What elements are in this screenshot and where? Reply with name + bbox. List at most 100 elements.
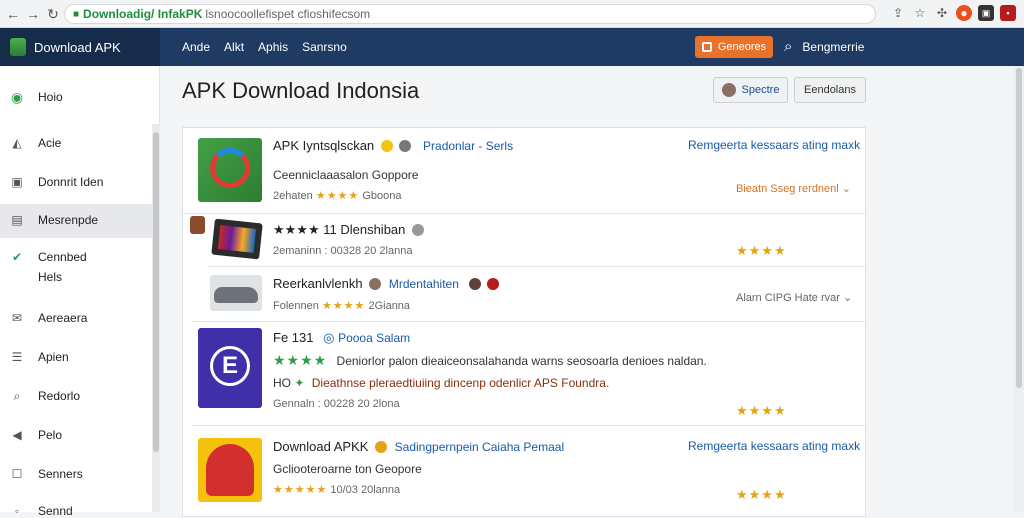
spectre-button[interactable]: Spectre [713,77,788,103]
square-icon: ☐ [11,467,23,481]
forward-icon[interactable]: → [24,6,42,22]
top-nav-item[interactable]: Sanrsno [302,40,347,54]
more-icon: ◦ [14,504,20,518]
extension-fox-icon[interactable]: ● [956,5,972,21]
app-title[interactable]: Fe 131 ◎ Poooa Salam [273,330,410,346]
star-rating: ★★★★ [321,300,366,312]
meta-suffix: Gboona [362,190,402,202]
app-meta: Gennaln : 00228 20 2lona [273,398,400,410]
app-tag[interactable]: Sadingpernpein Caiaha Pemaal [395,440,564,454]
app-right-link[interactable]: Remgeerta kessaars ating maxk [688,138,860,152]
badge-icon [380,140,393,152]
description-line-2: Dieathnse pleraedtiuiing dincenp odenlic… [311,376,610,390]
sidebar-item-label: Apien [38,350,69,364]
sidebar-item-home[interactable]: ◉ Hoio [0,88,152,105]
page-title: APK Download Indonsia [182,78,420,103]
app-right-action[interactable]: Alarn CIPG Hate rvar ⌄ [736,291,852,304]
app-title[interactable]: APK Iyntsqlsckan Pradonlar - Serls [273,138,513,153]
extension-red-icon[interactable]: ▪ [1000,5,1016,21]
lock-icon: ■ [73,8,80,20]
header-search[interactable]: ⌕ Bengmerrie [784,38,864,55]
app-logo-icon [210,148,250,188]
brand[interactable]: Download APK [0,28,160,66]
star-rating: ★★★★ [315,190,360,202]
chevron-down-icon: ⌄ [842,292,853,304]
meta-suffix: 10/03 20lanna [330,484,401,496]
app-icon[interactable]: E [198,328,262,408]
top-nav-item[interactable]: Aphis [258,40,288,54]
app-meta: ★★★★★ 10/03 20lanna [273,483,400,496]
game-thumbnail-icon[interactable] [211,218,263,260]
meta-suffix: 2Gianna [368,300,411,312]
sidebar-item-label: Senners [38,467,83,481]
divider [183,213,865,214]
app-title[interactable]: Reerkanlvlenkh Mrdentahiten [273,276,500,291]
search-icon: ⌕ [784,38,793,55]
top-nav-item[interactable]: Alkt [224,40,244,54]
sidebar-item-apps[interactable]: ◭ Acie [0,136,152,150]
app-meta: 2emaninn : 00328 20 2lanna [273,245,413,257]
bookmark-star-icon[interactable]: ☆ [912,5,928,21]
app-title-text: APK Iyntsqlsckan [273,138,375,153]
sidebar-item-messages[interactable]: ▤ Mesrenpde [0,204,152,238]
address-bar[interactable]: ■ Downloadig/ InfakPK lsnoocoollefispet … [64,4,876,24]
reload-icon[interactable]: ↻ [44,6,62,23]
divider [191,425,865,426]
android-logo-icon [10,38,26,56]
app-tag[interactable]: Mrdentahiten [389,277,459,291]
right-action-label: Bieatn Sseg rerdnenl [736,183,839,195]
download-button[interactable]: Geneores [695,36,773,58]
sidebar-item-mail[interactable]: ✉ Aereaera [0,311,152,325]
url-host: Downloadig/ InfakPK [83,7,203,21]
back-icon[interactable]: ← [4,6,22,22]
sidebar-item-more[interactable]: ◦ Sennd [0,504,152,518]
divider [191,321,865,322]
app-icon[interactable] [198,438,262,502]
description-line-1: Deniorlor palon dieaiceonsalahanda warns… [336,354,707,368]
extension-box-icon[interactable]: ▣ [978,5,994,21]
app-tag[interactable]: Poooa Salam [338,331,410,345]
avatar [721,83,736,97]
chevron-down-icon: ⌄ [841,183,852,195]
app-right-action[interactable]: Bieatn Sseg rerdnenl ⌄ [736,182,851,195]
download-icon: ▣ [11,175,23,189]
app-right-link[interactable]: Remgeerta kessaars ating maxk [688,439,860,453]
app-header: Download APK Ande Alkt Aphis Sanrsno Gen… [0,28,1024,66]
page-scrollbar[interactable] [1014,66,1024,512]
sidebar-item-label: Aereaera [38,311,88,325]
share-icon[interactable]: ⇪ [890,5,906,21]
sidebar-item-arrow[interactable]: ◀ Pelo [0,428,152,442]
sidebar-item-list[interactable]: ☰ Apien [0,350,152,364]
end-button-label: Eendolans [804,84,856,96]
sidebar-item-sublabel: Hels [38,270,63,284]
app-title[interactable]: ★★★★ 11 Dlenshiban [273,222,425,238]
sidebar-item-label: Cennbed [38,250,87,264]
right-action-label: Alarn CIPG Hate rvar [736,292,840,304]
top-nav-item[interactable]: Ande [182,40,210,54]
end-button[interactable]: Eendolans [794,77,866,103]
app-icon[interactable] [198,138,262,202]
mail-icon: ✉ [11,311,23,325]
car-thumbnail-icon[interactable] [210,275,262,311]
meta-prefix: Folennen [273,300,319,312]
sidebar-scrollbar[interactable] [152,124,160,512]
avatar [190,216,205,234]
app-subtitle: Ceenniclaaasalon Goppore [273,168,419,182]
app-title[interactable]: Download APKK Sadingpernpein Caiaha Pema… [273,439,564,454]
apps-icon: ◭ [12,136,22,150]
sidebar-item-download[interactable]: ▣ Donnrit Iden [0,175,152,189]
sidebar-scrollbar-thumb[interactable] [153,132,159,452]
sidebar-item-check[interactable]: ✔ Cennbed Hels [0,250,152,284]
sidebar-item-label: Pelo [38,428,63,442]
sidebar-item-search[interactable]: ⌕ Redorlo [0,389,152,404]
description-prefix: HO [273,376,291,390]
page-scrollbar-thumb[interactable] [1016,68,1022,388]
spectre-button-label: Spectre [741,84,780,96]
sidebar-item-label: Acie [38,136,62,150]
app-tag[interactable]: Pradonlar - Serls [423,139,513,153]
extension-puzzle-icon[interactable]: ✣ [934,5,950,21]
sidebar-item-square[interactable]: ☐ Senners [0,467,152,481]
letter-e-icon: E [210,346,250,386]
home-icon: ◉ [10,88,24,105]
sidebar-item-label: Mesrenpde [38,213,99,227]
